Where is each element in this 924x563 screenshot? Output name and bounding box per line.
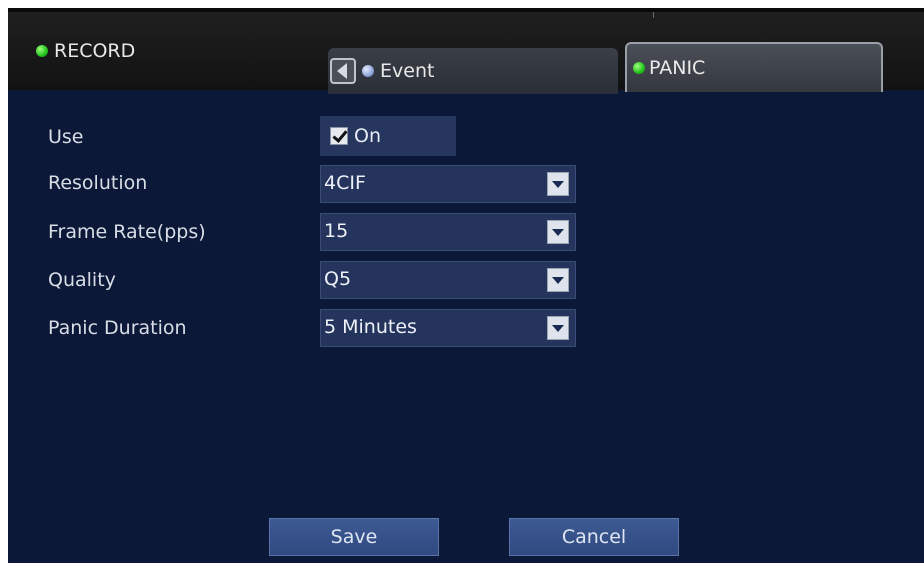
back-button[interactable]: [330, 58, 356, 84]
tab-event[interactable]: Event: [328, 48, 618, 94]
panic-record-window: RECORD Event PANIC Use On Resolution 4CI…: [8, 8, 924, 563]
green-status-dot-icon: [633, 62, 645, 74]
use-checkbox-field[interactable]: On: [320, 116, 456, 156]
quality-value: Q5: [324, 268, 352, 290]
quality-select[interactable]: Q5: [320, 261, 576, 299]
frame-rate-dropdown-button[interactable]: [547, 220, 569, 244]
resolution-select[interactable]: 4CIF: [320, 165, 576, 203]
use-label: Use: [48, 126, 84, 148]
header-bar: RECORD Event PANIC: [8, 12, 924, 94]
record-status: RECORD: [36, 40, 135, 62]
tab-panic-label: PANIC: [649, 57, 706, 79]
blue-status-dot-icon: [362, 65, 374, 77]
frame-rate-value: 15: [324, 220, 349, 242]
panic-duration-select[interactable]: 5 Minutes: [320, 309, 576, 347]
resolution-label: Resolution: [48, 172, 148, 194]
tab-event-label: Event: [380, 60, 435, 82]
quality-dropdown-button[interactable]: [547, 268, 569, 292]
record-label: RECORD: [54, 40, 136, 62]
tab-panic[interactable]: PANIC: [625, 42, 883, 92]
green-status-dot-icon: [36, 45, 48, 57]
frame-rate-select[interactable]: 15: [320, 213, 576, 251]
quality-label: Quality: [48, 269, 116, 291]
panic-duration-dropdown-button[interactable]: [547, 316, 569, 340]
chevron-down-icon: [552, 228, 564, 236]
resolution-value: 4CIF: [324, 172, 366, 194]
save-button[interactable]: Save: [269, 518, 439, 556]
frame-rate-label: Frame Rate(pps): [48, 221, 206, 243]
panic-duration-value: 5 Minutes: [324, 316, 417, 338]
panic-duration-label: Panic Duration: [48, 317, 187, 339]
cancel-button[interactable]: Cancel: [509, 518, 679, 556]
use-checkbox[interactable]: [330, 127, 348, 145]
chevron-down-icon: [552, 276, 564, 284]
use-checkbox-label: On: [354, 125, 381, 147]
chevron-left-icon: [337, 63, 347, 79]
chevron-down-icon: [552, 324, 564, 332]
resolution-dropdown-button[interactable]: [547, 172, 569, 196]
header-divider: [653, 12, 654, 18]
chevron-down-icon: [552, 180, 564, 188]
